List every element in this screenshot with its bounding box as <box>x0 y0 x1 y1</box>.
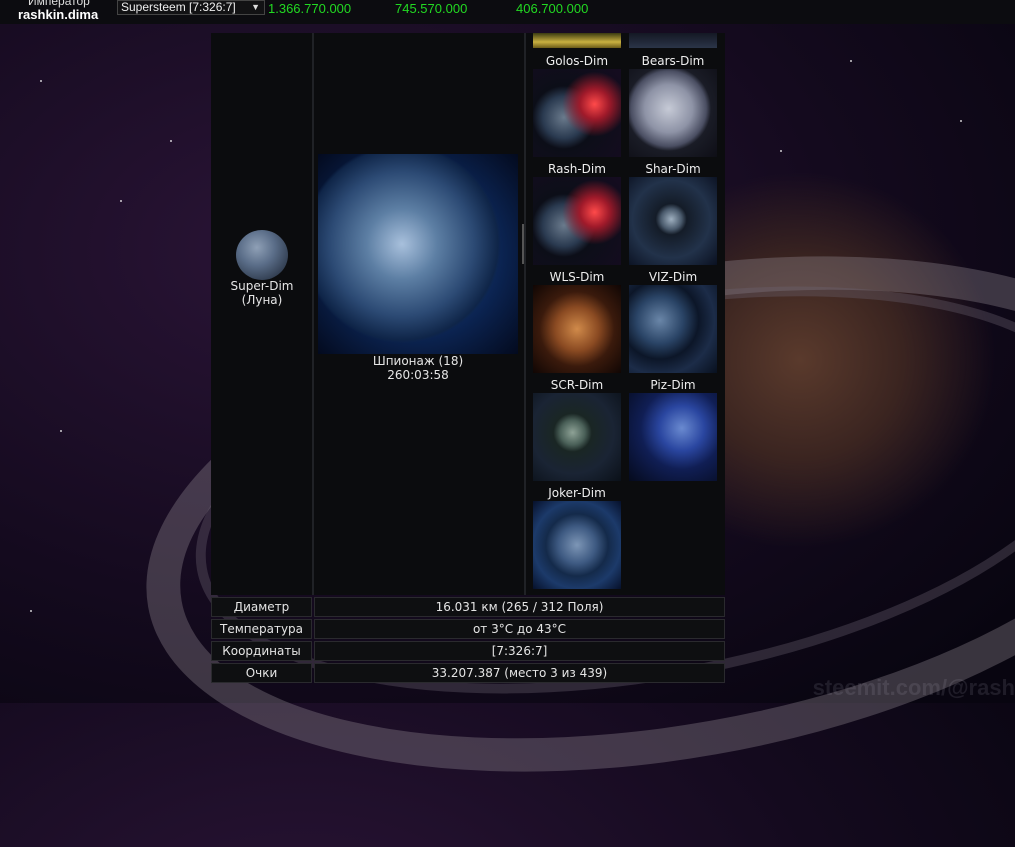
moon-name: Super-Dim <box>230 279 294 293</box>
info-value: от 3°C до 43°C <box>314 619 725 639</box>
star <box>850 60 852 62</box>
emperor-name[interactable]: rashkin.dima <box>18 7 98 22</box>
planet-thumbnail-piz[interactable] <box>629 393 717 481</box>
moon-image[interactable] <box>236 230 288 280</box>
resource-metal: 1.366.770.000 <box>268 1 352 16</box>
info-value[interactable]: [7:326:7] <box>314 641 725 661</box>
planet-thumbnail-joker[interactable] <box>533 501 621 589</box>
star <box>780 150 782 152</box>
column-divider <box>312 33 314 595</box>
dropdown-arrow-icon: ▼ <box>251 2 260 12</box>
current-planet-image[interactable] <box>318 154 518 354</box>
planet-thumbnail-scr[interactable] <box>533 393 621 481</box>
info-value: 33.207.387 (место 3 из 439) <box>314 663 725 683</box>
current-planet-caption: Шпионаж (18) 260:03:58 <box>318 354 518 382</box>
planet-thumbnail-bears[interactable] <box>629 69 717 157</box>
planet-timer: 260:03:58 <box>387 368 449 382</box>
planet-label-golos[interactable]: Golos-Dim <box>529 54 625 68</box>
star <box>40 80 42 82</box>
moon-subtitle: (Луна) <box>241 293 283 307</box>
planet-label-piz[interactable]: Piz-Dim <box>625 378 721 392</box>
planet-label-shar[interactable]: Shar-Dim <box>625 162 721 176</box>
info-row-diameter: Диаметр 16.031 км (265 / 312 Поля) <box>211 597 725 617</box>
planet-label-bears[interactable]: Bears-Dim <box>625 54 721 68</box>
planet-thumbnail-wls[interactable] <box>533 285 621 373</box>
star <box>60 430 62 432</box>
info-label: Очки <box>211 663 312 683</box>
star <box>960 120 962 122</box>
info-label: Диаметр <box>211 597 312 617</box>
planet-label-joker[interactable]: Joker-Dim <box>529 486 625 500</box>
planet-task: Шпионаж (18) <box>372 354 464 368</box>
planet-label-scr[interactable]: SCR-Dim <box>529 378 625 392</box>
planet-thumbnail-golos[interactable] <box>533 69 621 157</box>
info-row-coordinates: Координаты [7:326:7] <box>211 641 725 661</box>
info-row-points: Очки 33.207.387 (место 3 из 439) <box>211 663 725 683</box>
planet-thumbnail-partial[interactable] <box>533 33 621 48</box>
info-label: Координаты <box>211 641 312 661</box>
planet-label-wls[interactable]: WLS-Dim <box>529 270 625 284</box>
star <box>30 610 32 612</box>
info-row-temperature: Температура от 3°C до 43°C <box>211 619 725 639</box>
column-divider <box>524 33 526 595</box>
resource-crystal: 745.570.000 <box>395 1 468 16</box>
planet-select[interactable]: Supersteem [7:326:7] ▼ <box>117 0 265 15</box>
resource-deuterium: 406.700.000 <box>516 1 589 16</box>
planet-select-value: Supersteem [7:326:7] <box>121 0 236 14</box>
planet-label-viz[interactable]: VIZ-Dim <box>625 270 721 284</box>
star <box>120 200 122 202</box>
star <box>170 140 172 142</box>
planet-thumbnail-viz[interactable] <box>629 285 717 373</box>
scrollbar[interactable] <box>522 224 524 264</box>
planet-thumbnail-rash[interactable] <box>533 177 621 265</box>
planet-thumbnail-partial[interactable] <box>629 33 717 48</box>
watermark: steemit.com/@rash <box>812 675 1015 700</box>
moon-label[interactable]: Super-Dim (Луна) <box>212 279 312 307</box>
info-value: 16.031 км (265 / 312 Поля) <box>314 597 725 617</box>
info-label: Температура <box>211 619 312 639</box>
planet-thumbnail-shar[interactable] <box>629 177 717 265</box>
planet-label-rash[interactable]: Rash-Dim <box>529 162 625 176</box>
